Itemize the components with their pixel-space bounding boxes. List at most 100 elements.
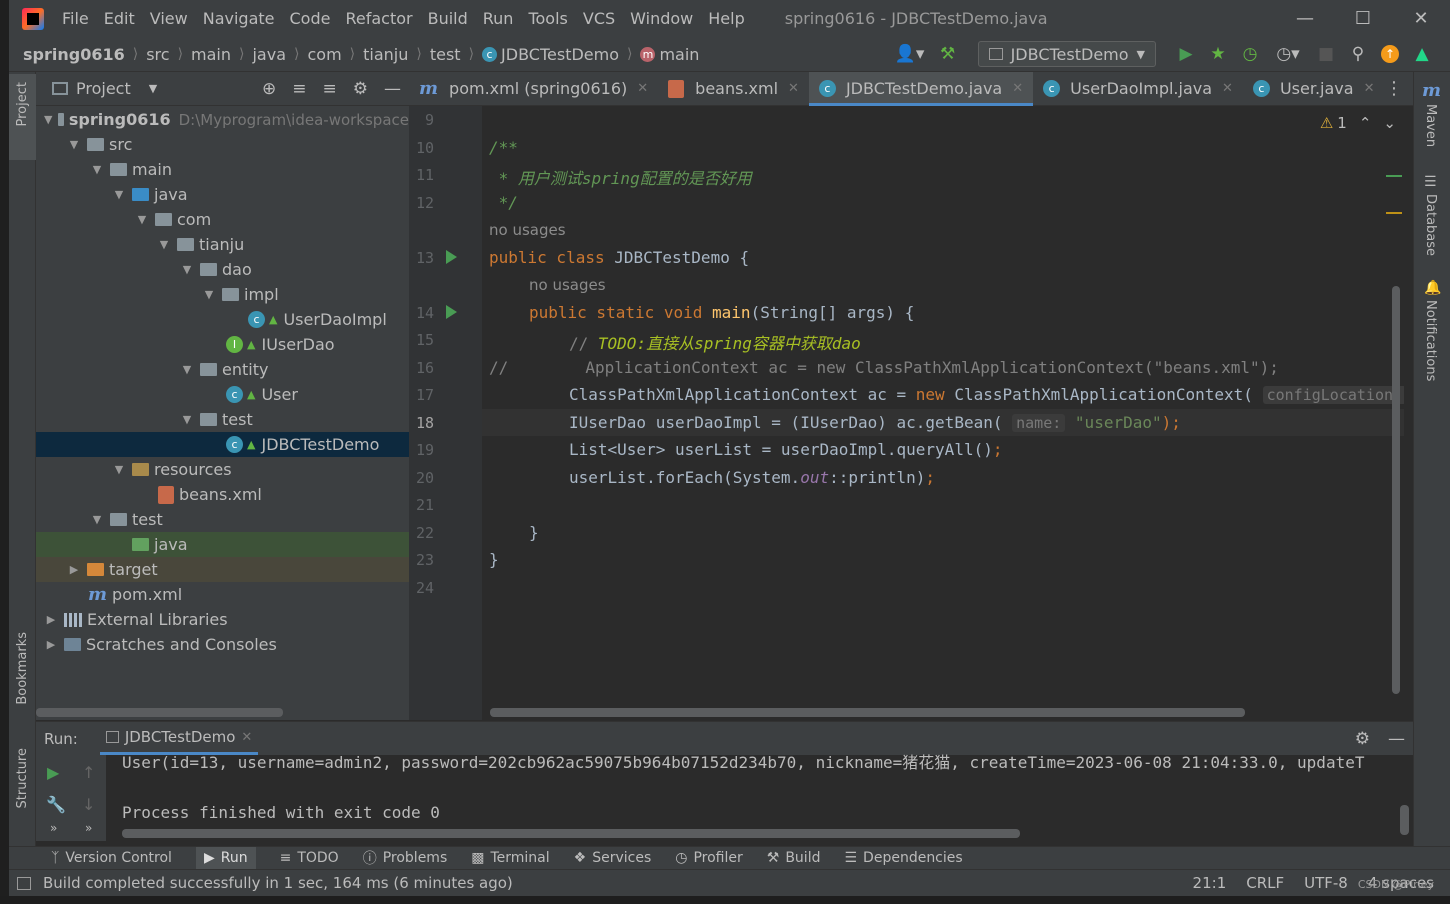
tool-run[interactable]: ▶ Run: [195, 847, 256, 869]
tool-notifications[interactable]: Notifications: [1423, 300, 1438, 381]
breadcrumb-java[interactable]: java: [252, 45, 286, 64]
menu-refactor[interactable]: Refactor: [345, 9, 412, 28]
tree-node-main[interactable]: ▼ main: [36, 157, 409, 182]
tree-node-dao[interactable]: ▼ dao: [36, 257, 409, 282]
maximize-icon[interactable]: ☐: [1334, 8, 1392, 29]
tree-node-pom[interactable]: m pom.xml: [36, 582, 409, 607]
tree-node-src[interactable]: ▼ src: [36, 132, 409, 157]
run-main-icon[interactable]: [446, 305, 457, 319]
more-icon[interactable]: »: [50, 821, 57, 835]
usages-hint[interactable]: no usages: [489, 221, 566, 239]
tool-dependencies[interactable]: ☰ Dependencies: [844, 850, 962, 866]
editor-vertical-scrollbar[interactable]: [1392, 286, 1400, 694]
menu-tools[interactable]: Tools: [528, 9, 567, 28]
console-vertical-scrollbar[interactable]: [1400, 805, 1409, 835]
menu-vcs[interactable]: VCS: [583, 9, 615, 28]
tree-node-userdaoimpl[interactable]: c ▲ UserDaoImpl: [36, 307, 409, 332]
wrench-icon[interactable]: 🔧: [46, 795, 66, 814]
hide-icon[interactable]: —: [384, 79, 401, 99]
tree-node-test[interactable]: ▼ test: [36, 507, 409, 532]
locate-icon[interactable]: ⊕: [262, 79, 276, 99]
gear-icon[interactable]: ⚙: [353, 79, 368, 99]
tool-maven[interactable]: Maven: [1423, 104, 1438, 147]
build-hammer-icon[interactable]: ⚒: [937, 43, 959, 65]
rerun-icon[interactable]: ▶: [47, 763, 59, 782]
tree-node-root[interactable]: ▼ spring0616 D:\Myprogram\idea-workspace: [36, 107, 409, 132]
tool-problems[interactable]: ⓘ Problems: [363, 848, 448, 868]
menu-navigate[interactable]: Navigate: [203, 9, 275, 28]
tree-node-jdbctestdemo[interactable]: c ▲ JDBCTestDemo: [36, 432, 409, 457]
gear-icon[interactable]: ⚙: [1355, 729, 1370, 749]
tool-build[interactable]: ⚒ Build: [767, 850, 821, 866]
status-message[interactable]: Build completed successfully in 1 sec, 1…: [43, 874, 513, 892]
tool-project[interactable]: Project: [15, 82, 30, 126]
run-icon[interactable]: ▶: [1175, 43, 1197, 65]
breadcrumb-com[interactable]: com: [307, 45, 341, 64]
debug-icon[interactable]: ★: [1207, 43, 1229, 65]
tree-node-impl[interactable]: ▼ impl: [36, 282, 409, 307]
close-icon[interactable]: ✕: [1364, 81, 1375, 96]
tab-jdbctestdemo[interactable]: c JDBCTestDemo.java ✕: [808, 71, 1034, 106]
close-icon[interactable]: ✕: [241, 730, 252, 745]
plugin-icon[interactable]: ▲: [1411, 43, 1433, 65]
tool-terminal[interactable]: ▩ Terminal: [471, 850, 549, 866]
console-horizontal-scrollbar[interactable]: [122, 829, 1020, 838]
expand-all-icon[interactable]: ≡: [292, 79, 306, 99]
tree-node-java[interactable]: ▼ java: [36, 182, 409, 207]
breadcrumb-class[interactable]: JDBCTestDemo: [501, 45, 619, 64]
tab-user[interactable]: c User.java ✕: [1243, 72, 1385, 106]
menu-view[interactable]: View: [150, 9, 188, 28]
editor-horizontal-scrollbar[interactable]: [490, 708, 1245, 717]
stop-icon[interactable]: ■: [1315, 43, 1337, 65]
update-icon[interactable]: ↑: [1379, 43, 1401, 65]
tool-profiler[interactable]: ◷ Profiler: [675, 850, 743, 866]
previous-highlight-icon[interactable]: ⌃: [1359, 114, 1372, 132]
collapse-all-icon[interactable]: ≡: [323, 79, 337, 99]
coverage-icon[interactable]: ◷: [1239, 43, 1261, 65]
tree-node-beans-xml[interactable]: beans.xml: [36, 482, 409, 507]
close-icon[interactable]: ✕: [788, 81, 799, 96]
breadcrumb-src[interactable]: src: [146, 45, 169, 64]
tool-services[interactable]: ❖ Services: [574, 850, 652, 866]
tree-node-resources[interactable]: ▼ resources: [36, 457, 409, 482]
hide-icon[interactable]: —: [1388, 729, 1405, 749]
tree-node-external-libraries[interactable]: ▶ External Libraries: [36, 607, 409, 632]
menu-file[interactable]: File: [62, 9, 89, 28]
line-separator[interactable]: CRLF: [1246, 874, 1284, 892]
tree-node-entity[interactable]: ▼ entity: [36, 357, 409, 382]
file-encoding[interactable]: UTF-8: [1304, 874, 1348, 892]
tool-todo[interactable]: ≡ TODO: [280, 850, 339, 866]
chevron-down-icon[interactable]: ▼: [149, 82, 157, 95]
project-panel-title[interactable]: Project: [76, 79, 131, 98]
tool-bookmarks[interactable]: Bookmarks: [15, 632, 30, 705]
tree-node-test-pkg[interactable]: ▼ test: [36, 407, 409, 432]
tree-node-com[interactable]: ▼ com: [36, 207, 409, 232]
breadcrumb-project[interactable]: spring0616: [23, 45, 125, 64]
run-class-icon[interactable]: [446, 250, 457, 264]
breadcrumb-tianju[interactable]: tianju: [363, 45, 408, 64]
tree-horizontal-scrollbar[interactable]: [36, 708, 283, 717]
tool-structure[interactable]: Structure: [15, 748, 30, 808]
run-console[interactable]: User(id=13, username=admin2, password=20…: [36, 753, 1413, 841]
breadcrumb-test[interactable]: test: [430, 45, 461, 64]
close-icon[interactable]: ✕: [1222, 81, 1233, 96]
caret-position[interactable]: 21:1: [1193, 874, 1227, 892]
tab-beans-xml[interactable]: beans.xml ✕: [658, 72, 809, 106]
close-icon[interactable]: ✕: [1012, 81, 1023, 96]
tab-pom-xml[interactable]: m pom.xml (spring0616) ✕: [409, 72, 658, 106]
close-icon[interactable]: ✕: [637, 81, 648, 96]
inspection-widget[interactable]: ⚠ 1 ⌃ ⌄: [1320, 114, 1396, 132]
menu-run[interactable]: Run: [483, 9, 514, 28]
search-icon[interactable]: ⚲: [1347, 43, 1369, 65]
tree-node-tianju[interactable]: ▼ tianju: [36, 232, 409, 257]
status-toggle-icon[interactable]: [17, 876, 31, 890]
tree-node-test-java[interactable]: java: [36, 532, 409, 557]
menu-window[interactable]: Window: [630, 9, 693, 28]
next-highlight-icon[interactable]: ⌄: [1383, 114, 1396, 132]
menu-build[interactable]: Build: [428, 9, 468, 28]
menu-code[interactable]: Code: [290, 9, 331, 28]
code-editor[interactable]: ⚠ 1 ⌃ ⌄ /** * 用户测试spring配置的是否好用 */ no usa…: [482, 106, 1404, 720]
tree-node-user[interactable]: c ▲ User: [36, 382, 409, 407]
tabs-more-icon[interactable]: ⋮: [1385, 78, 1403, 99]
breadcrumb-method[interactable]: main: [659, 45, 699, 64]
